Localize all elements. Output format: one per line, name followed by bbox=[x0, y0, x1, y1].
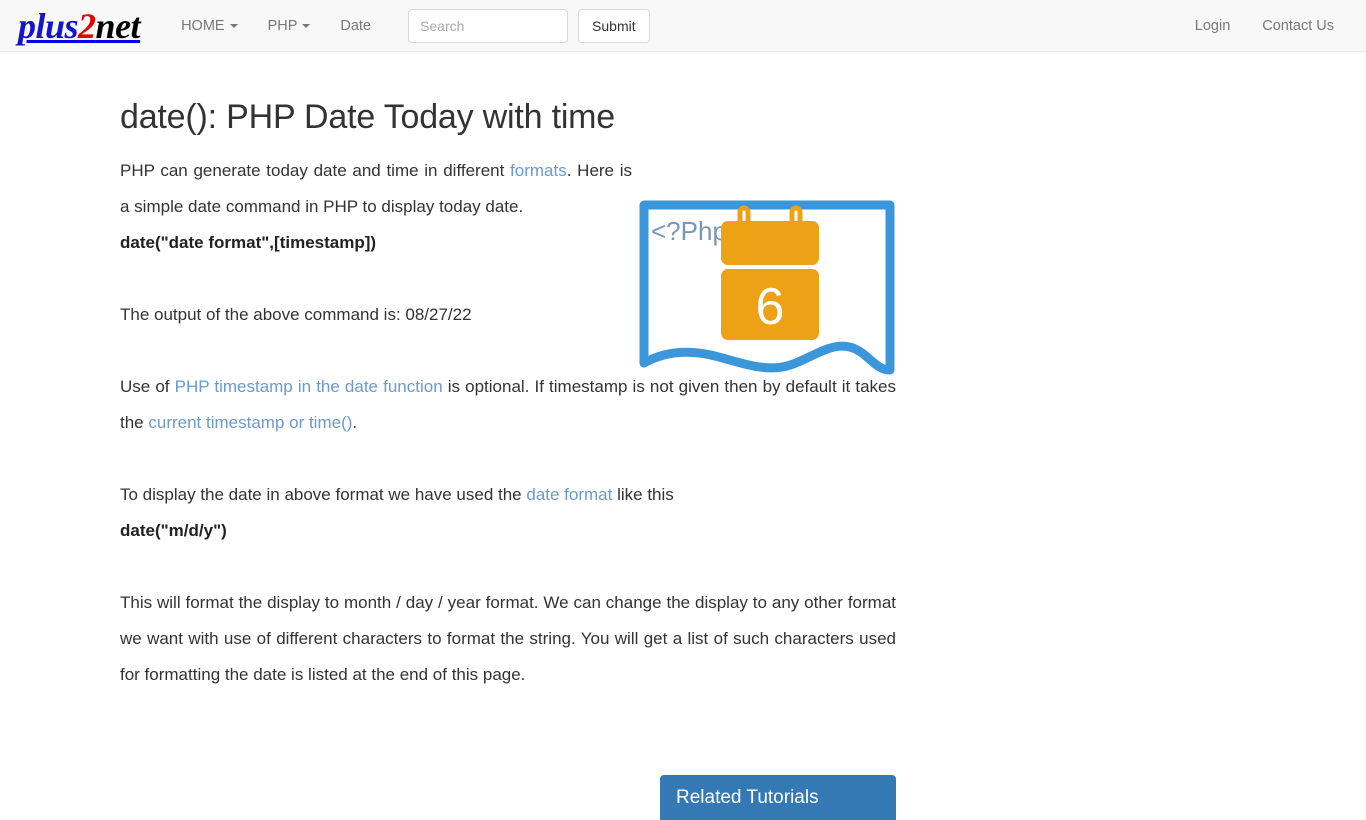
php-tag-text: <?Php bbox=[651, 216, 727, 246]
logo-text-plus: plus bbox=[18, 5, 79, 46]
timestamp-text-1: Use of bbox=[120, 376, 175, 396]
date-format-code: date("m/d/y") bbox=[120, 520, 227, 540]
php-date-illustration: <?Php 6 bbox=[639, 200, 895, 378]
nav-item-contact-us[interactable]: Contact Us bbox=[1246, 10, 1350, 42]
secondary-nav: Login Contact Us bbox=[1179, 10, 1350, 42]
search-form: Submit bbox=[408, 8, 650, 43]
page-title: date(): PHP Date Today with time bbox=[120, 98, 616, 136]
format-text-1: To display the date in above format we h… bbox=[120, 484, 527, 504]
nav-item-php-label: PHP bbox=[267, 17, 298, 34]
nav-item-date[interactable]: Date bbox=[325, 10, 386, 42]
nav-item-login[interactable]: Login bbox=[1179, 10, 1246, 42]
chevron-down-icon bbox=[229, 23, 238, 28]
date-format-link[interactable]: date format bbox=[526, 485, 612, 504]
calendar-header bbox=[721, 221, 819, 265]
timestamp-paragraph: Use of PHP timestamp in the date functio… bbox=[120, 369, 896, 441]
site-navbar: plus2net HOME PHP Date Submit Login Cont… bbox=[0, 0, 1366, 52]
logo-text-net: net bbox=[95, 5, 141, 46]
intro-text-before: PHP can generate today date and time in … bbox=[120, 160, 511, 180]
php-timestamp-link[interactable]: PHP timestamp in the date function bbox=[175, 377, 443, 396]
timestamp-text-3: . bbox=[352, 412, 358, 432]
nav-item-home-label: HOME bbox=[181, 17, 225, 34]
article-body: date(): PHP Date Today with time PHP can… bbox=[120, 96, 896, 693]
primary-nav: HOME PHP Date bbox=[166, 10, 386, 42]
logo-text-two: 2 bbox=[78, 5, 96, 46]
current-timestamp-link[interactable]: current timestamp or time() bbox=[148, 413, 352, 432]
closing-paragraph: This will format the display to month / … bbox=[120, 592, 896, 684]
format-paragraph: To display the date in above format we h… bbox=[120, 477, 896, 513]
nav-item-date-label: Date bbox=[340, 17, 372, 34]
search-input[interactable] bbox=[408, 8, 569, 43]
chevron-down-icon bbox=[302, 23, 311, 28]
related-tutorials-title: Related Tutorials bbox=[676, 787, 819, 808]
calendar-day-number: 6 bbox=[756, 278, 785, 336]
intro-paragraph: PHP can generate today date and time in … bbox=[120, 153, 632, 225]
site-logo[interactable]: plus2net bbox=[14, 5, 141, 46]
format-text-2: like this bbox=[612, 484, 674, 504]
nav-item-php[interactable]: PHP bbox=[253, 10, 326, 42]
nav-item-home[interactable]: HOME bbox=[166, 10, 253, 42]
search-submit-button[interactable]: Submit bbox=[578, 8, 650, 43]
related-tutorials-panel[interactable]: Related Tutorials bbox=[660, 775, 896, 820]
formats-link[interactable]: formats bbox=[510, 161, 567, 180]
